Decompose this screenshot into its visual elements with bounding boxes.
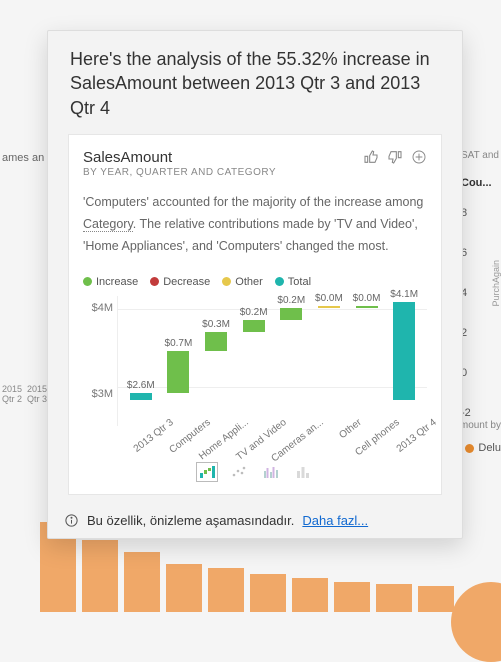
bar-value-label: $0.3M — [202, 319, 230, 330]
bar-rect — [318, 306, 340, 308]
bar-rect — [130, 393, 152, 399]
learn-more-link[interactable]: Daha fazl... — [302, 513, 368, 528]
bar-rect — [393, 302, 415, 400]
card-title: SalesAmount — [83, 149, 363, 166]
bar-rect — [243, 320, 265, 332]
legend-decrease: Decrease — [150, 276, 210, 288]
popup-title: Here's the analysis of the 55.32% increa… — [48, 31, 462, 134]
analysis-popup: Here's the analysis of the 55.32% increa… — [47, 30, 463, 539]
preview-notice: Bu özellik, önizleme aşamasındadır. Daha… — [48, 505, 462, 538]
bar-value-label: $0.7M — [165, 338, 193, 349]
preview-text: Bu özellik, önizleme aşamasındadır. — [87, 513, 294, 528]
column-chart-icon[interactable] — [292, 462, 314, 482]
legend-other: Other — [222, 276, 263, 288]
bar-value-label: $0.2M — [240, 307, 268, 318]
legend-total: Total — [275, 276, 311, 288]
bar-rect — [356, 306, 378, 308]
legend-increase: Increase — [83, 276, 138, 288]
info-icon — [64, 513, 79, 528]
visual-picker — [83, 462, 427, 484]
bar-rect — [205, 332, 227, 350]
thumbs-up-icon[interactable] — [363, 149, 379, 170]
waterfall-bar[interactable]: $0.7MComputers — [160, 338, 198, 400]
scatter-chart-icon[interactable] — [228, 462, 250, 482]
bar-value-label: $0.0M — [315, 293, 343, 304]
thumbs-down-icon[interactable] — [387, 149, 403, 170]
bar-value-label: $2.6M — [127, 380, 155, 391]
bar-value-label: $4.1M — [390, 289, 418, 300]
waterfall-bar[interactable]: $0.3MHome Appli... — [197, 319, 235, 399]
card-description: 'Computers' accounted for the majority o… — [83, 192, 427, 258]
card-subtitle: BY YEAR, QUARTER AND CATEGORY — [83, 167, 363, 178]
waterfall-bar[interactable]: $4.1M2013 Qtr 4 — [385, 289, 423, 400]
bar-value-label: $0.0M — [353, 293, 381, 304]
linked-term[interactable]: Category — [83, 217, 133, 232]
waterfall-chart: $4M $3M $2.6M2013 Qtr 3$0.7MComputers$0.… — [83, 296, 427, 426]
y-axis: $4M $3M — [83, 296, 117, 426]
chart-legend: Increase Decrease Other Total — [83, 276, 427, 288]
insight-card: SalesAmount BY YEAR, QUARTER AND CATEGOR… — [68, 134, 442, 495]
waterfall-bar[interactable]: $0.2MCameras an... — [273, 295, 311, 400]
waterfall-bar[interactable]: $0.2MTV and Video — [235, 307, 273, 400]
clustered-bar-icon[interactable] — [260, 462, 282, 482]
bar-value-label: $0.2M — [277, 295, 305, 306]
bar-rect — [280, 308, 302, 320]
waterfall-bar[interactable]: $2.6M2013 Qtr 3 — [122, 380, 160, 399]
bar-rect — [167, 351, 189, 394]
waterfall-bar[interactable]: $0.0MOther — [310, 293, 348, 400]
bg-axis-label: PurchAgain — [491, 260, 501, 307]
bg-text-left: ames an — [2, 152, 44, 164]
waterfall-bar[interactable]: $0.0MCell phones — [348, 293, 386, 400]
bg-year-ticks: 2015 2015 Qtr 2 Qtr 3 — [2, 385, 47, 405]
plus-icon[interactable] — [411, 149, 427, 170]
